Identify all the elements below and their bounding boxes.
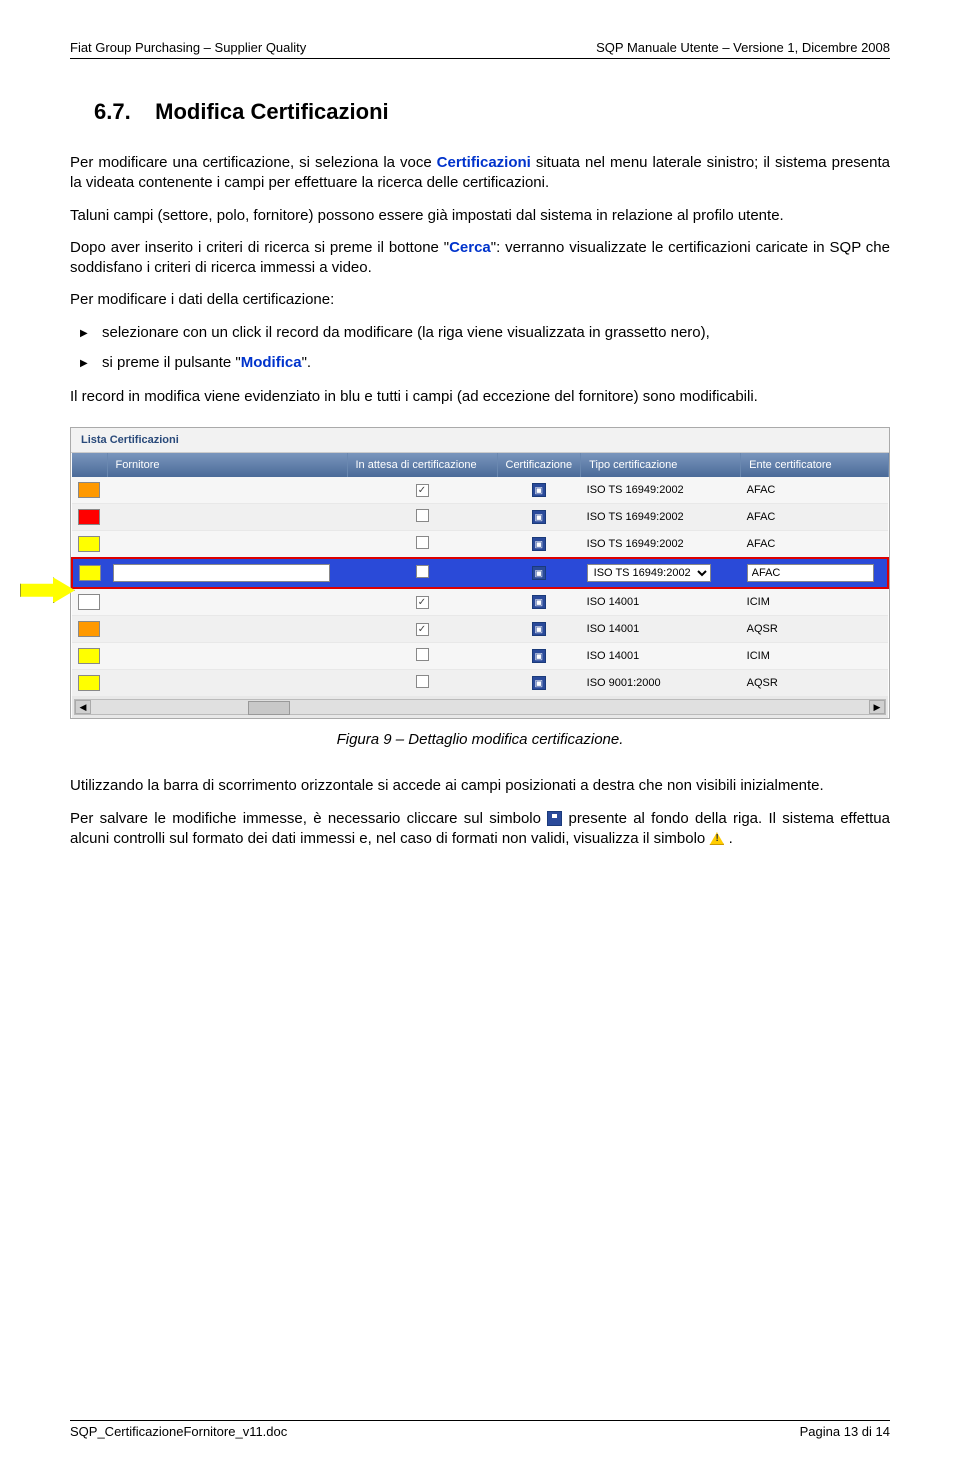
cert-icon[interactable]: ▣ (532, 595, 546, 609)
tipo-cell: ISO 14001 (581, 643, 741, 670)
section-number: 6.7. (94, 99, 131, 124)
certificazioni-table: Fornitore In attesa di certificazione Ce… (71, 453, 889, 718)
lista-certificazioni-panel: Lista Certificazioni Fornitore In attesa… (70, 427, 890, 719)
step-select-record: selezionare con un click il record da mo… (80, 323, 890, 343)
col-tipo[interactable]: Tipo certificazione (581, 453, 741, 477)
attesa-checkbox[interactable] (416, 484, 429, 497)
table-header-row: Fornitore In attesa di certificazione Ce… (72, 453, 888, 477)
cert-icon[interactable]: ▣ (532, 622, 546, 636)
ente-cell: AFAC (741, 477, 888, 504)
tipo-cell: ISO TS 16949:2002 (581, 504, 741, 531)
ente-input[interactable] (747, 564, 875, 582)
attesa-checkbox[interactable] (416, 509, 429, 522)
col-attesa[interactable]: In attesa di certificazione (347, 453, 497, 477)
fornitore-cell (107, 477, 347, 504)
status-indicator (78, 536, 100, 552)
fornitore-input[interactable] (113, 564, 330, 582)
fornitore-cell (107, 616, 347, 643)
table-row[interactable]: ▣ ISO 14001ICIM (72, 588, 888, 616)
table-row[interactable]: ▣ ISO TS 16949:2002AFAC (72, 531, 888, 559)
header-left: Fiat Group Purchasing – Supplier Quality (70, 40, 306, 55)
scroll-right-button[interactable]: ▶ (869, 700, 885, 714)
status-indicator (78, 621, 100, 637)
ente-cell: AFAC (741, 531, 888, 559)
tipo-cell: ISO 14001 (581, 588, 741, 616)
figure-caption: Figura 9 – Dettaglio modifica certificaz… (70, 731, 890, 748)
col-certificazione[interactable]: Certificazione (497, 453, 581, 477)
save-icon (547, 811, 562, 826)
warning-icon (709, 832, 724, 845)
horizontal-scrollbar[interactable]: ◀ ▶ (72, 697, 888, 718)
button-modifica-label: Modifica (241, 354, 302, 371)
section-title-text: Modifica Certificazioni (155, 99, 388, 124)
ente-cell: AFAC (741, 504, 888, 531)
fornitore-cell (107, 670, 347, 697)
figure-screenshot: Lista Certificazioni Fornitore In attesa… (70, 427, 890, 719)
cert-icon[interactable]: ▣ (532, 566, 546, 580)
ente-cell: AQSR (741, 670, 888, 697)
attesa-checkbox[interactable] (416, 675, 429, 688)
header-right: SQP Manuale Utente – Versione 1, Dicembr… (596, 40, 890, 55)
fornitore-cell (107, 504, 347, 531)
table-row[interactable]: ▣ ISO 14001ICIM (72, 643, 888, 670)
paragraph-cerca: Dopo aver inserito i criteri di ricerca … (70, 238, 890, 279)
col-fornitore[interactable]: Fornitore (107, 453, 347, 477)
status-indicator (78, 675, 100, 691)
fornitore-cell (107, 643, 347, 670)
page-footer: SQP_CertificazioneFornitore_v11.doc Pagi… (70, 1420, 890, 1439)
cert-icon[interactable]: ▣ (532, 649, 546, 663)
tipo-cell: ISO TS 16949:2002 (581, 531, 741, 559)
section-heading: 6.7. Modifica Certificazioni (70, 99, 890, 125)
ente-cell: ICIM (741, 588, 888, 616)
paragraph-scrollbar: Utilizzando la barra di scorrimento oriz… (70, 776, 890, 796)
table-row[interactable]: ▣ ISO 9001:2000AQSR (72, 670, 888, 697)
paragraph-record-blu: Il record in modifica viene evidenziato … (70, 387, 890, 407)
tipo-cell: ISO TS 16949:2002 (581, 477, 741, 504)
status-indicator (79, 565, 101, 581)
step-press-modifica: si preme il pulsante "Modifica". (80, 353, 890, 373)
status-indicator (78, 509, 100, 525)
table-row[interactable]: ▣ ISO TS 16949:2002 (72, 558, 888, 588)
paragraph-save: Per salvare le modifiche immesse, è nece… (70, 809, 890, 850)
fornitore-cell (107, 531, 347, 559)
table-row[interactable]: ▣ ISO 14001AQSR (72, 616, 888, 643)
status-indicator (78, 648, 100, 664)
attesa-checkbox[interactable] (416, 648, 429, 661)
ente-cell: ICIM (741, 643, 888, 670)
tipo-cell: ISO 9001:2000 (581, 670, 741, 697)
page-header: Fiat Group Purchasing – Supplier Quality… (70, 40, 890, 59)
cert-icon[interactable]: ▣ (532, 537, 546, 551)
ente-cell: AQSR (741, 616, 888, 643)
paragraph-modificare: Per modificare i dati della certificazio… (70, 290, 890, 310)
attesa-checkbox[interactable] (416, 565, 429, 578)
paragraph-campi: Taluni campi (settore, polo, fornitore) … (70, 206, 890, 226)
tipo-cell: ISO 14001 (581, 616, 741, 643)
scroll-thumb[interactable] (93, 701, 867, 713)
link-certificazioni: Certificazioni (437, 154, 531, 171)
status-indicator (78, 482, 100, 498)
steps-list: selezionare con un click il record da mo… (70, 323, 890, 374)
paragraph-intro: Per modificare una certificazione, si se… (70, 153, 890, 194)
tipo-dropdown[interactable]: ISO TS 16949:2002 (587, 564, 711, 582)
footer-left: SQP_CertificazioneFornitore_v11.doc (70, 1424, 287, 1439)
attesa-checkbox[interactable] (416, 536, 429, 549)
cert-icon[interactable]: ▣ (532, 676, 546, 690)
table-row[interactable]: ▣ ISO TS 16949:2002AFAC (72, 504, 888, 531)
attesa-checkbox[interactable] (416, 596, 429, 609)
fornitore-cell (107, 588, 347, 616)
scroll-left-button[interactable]: ◀ (75, 700, 91, 714)
cert-icon[interactable]: ▣ (532, 483, 546, 497)
button-cerca-label: Cerca (449, 239, 491, 256)
table-row[interactable]: ▣ ISO TS 16949:2002AFAC (72, 477, 888, 504)
attesa-checkbox[interactable] (416, 623, 429, 636)
col-ente[interactable]: Ente certificatore (741, 453, 888, 477)
footer-right: Pagina 13 di 14 (800, 1424, 890, 1439)
panel-title: Lista Certificazioni (71, 428, 889, 453)
status-indicator (78, 594, 100, 610)
arrow-callout-icon (20, 577, 80, 603)
cert-icon[interactable]: ▣ (532, 510, 546, 524)
